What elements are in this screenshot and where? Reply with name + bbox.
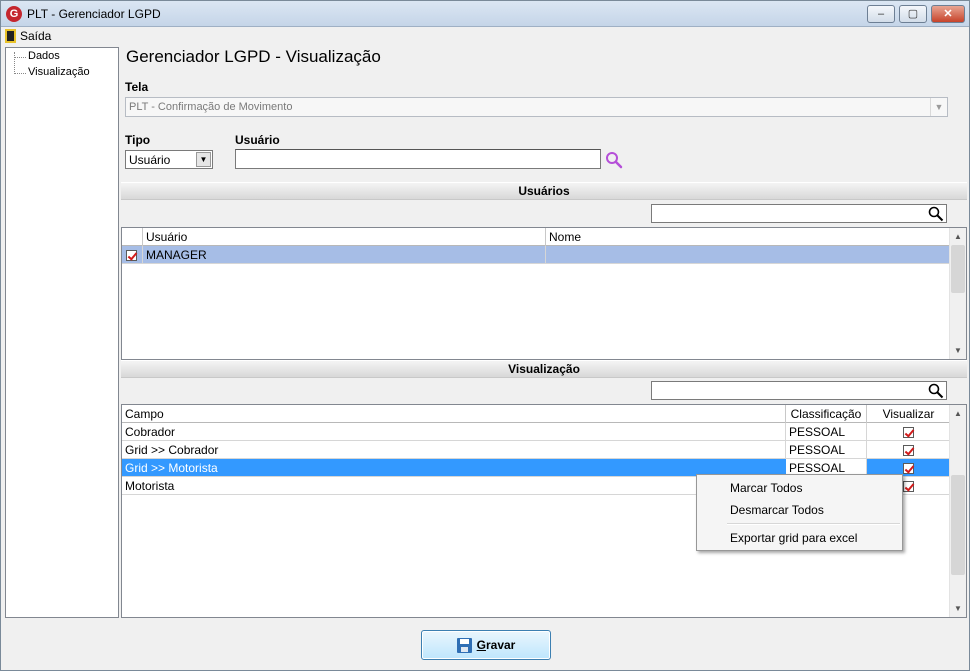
floppy-disk-icon <box>456 637 472 653</box>
table-row[interactable]: MANAGER <box>122 246 950 264</box>
scroll-down-icon[interactable]: ▼ <box>950 600 966 617</box>
cell-campo: Motorista <box>122 477 786 495</box>
context-menu-item-exportar-excel[interactable]: Exportar grid para excel <box>699 528 900 548</box>
table-row[interactable]: Grid >> Cobrador PESSOAL <box>122 441 950 459</box>
column-header-campo[interactable]: Campo <box>122 405 786 423</box>
minimize-button[interactable]: ‒ <box>867 5 895 23</box>
cell-campo: Cobrador <box>122 423 786 441</box>
app-logo-icon: G <box>6 6 22 22</box>
context-menu-item-marcar-todos[interactable]: Marcar Todos <box>699 478 900 498</box>
scroll-up-icon[interactable]: ▲ <box>950 405 966 422</box>
tela-label: Tela <box>125 80 149 94</box>
visualizar-checkbox[interactable] <box>867 441 950 459</box>
context-menu-item-desmarcar-todos[interactable]: Desmarcar Todos <box>699 500 900 520</box>
page-title: Gerenciador LGPD - Visualização <box>126 47 381 66</box>
tree-item-visualizacao[interactable]: Visualização <box>12 66 90 78</box>
check-icon <box>903 481 914 493</box>
check-icon <box>903 427 914 439</box>
search-icon[interactable] <box>928 206 944 222</box>
check-icon <box>126 250 137 262</box>
table-row[interactable]: Cobrador PESSOAL <box>122 423 950 441</box>
chevron-down-icon: ▼ <box>196 152 211 167</box>
cell-usuario: MANAGER <box>143 246 546 264</box>
usuario-input[interactable] <box>235 149 601 169</box>
exit-door-icon <box>5 29 16 43</box>
save-button-label-rest: ravar <box>485 638 516 652</box>
context-menu-separator <box>727 523 900 525</box>
usuario-label: Usuário <box>235 133 280 147</box>
users-grid: Usuário Nome MANAGER ▲ ▼ <box>121 227 967 360</box>
scroll-thumb[interactable] <box>951 475 965 575</box>
main-window: G PLT - Gerenciador LGPD ‒ ▢ ✕ Saída Dad… <box>0 0 970 671</box>
save-button[interactable]: Gravar <box>421 630 551 660</box>
window-title: PLT - Gerenciador LGPD <box>27 7 161 21</box>
visualizacao-filter-input[interactable] <box>651 381 947 400</box>
search-icon[interactable] <box>928 383 944 399</box>
scroll-up-icon[interactable]: ▲ <box>950 228 966 245</box>
cell-campo: Grid >> Cobrador <box>122 441 786 459</box>
navigation-tree: Dados Visualização <box>5 47 119 618</box>
scroll-down-icon[interactable]: ▼ <box>950 342 966 359</box>
tipo-label: Tipo <box>125 133 151 147</box>
tipo-select[interactable]: Usuário ▼ <box>125 150 213 169</box>
save-button-mnemonic: G <box>476 638 486 652</box>
tela-select[interactable]: PLT - Confirmação de Movimento ▼ <box>125 97 948 117</box>
scroll-thumb[interactable] <box>951 245 965 293</box>
menu-exit[interactable]: Saída <box>5 28 51 44</box>
chevron-down-icon: ▼ <box>930 98 947 116</box>
cell-classificacao: PESSOAL <box>786 441 867 459</box>
menu-exit-label: Saída <box>20 29 52 43</box>
cell-classificacao: PESSOAL <box>786 423 867 441</box>
title-bar: G PLT - Gerenciador LGPD ‒ ▢ ✕ <box>1 1 969 27</box>
visualizacao-grid-header: Campo Classificação Visualizar <box>122 405 950 423</box>
visualizacao-grid-scrollbar[interactable]: ▲ ▼ <box>949 405 966 617</box>
tipo-select-value: Usuário <box>129 153 171 167</box>
users-filter-input[interactable] <box>651 204 947 223</box>
tela-select-value: PLT - Confirmação de Movimento <box>129 101 293 113</box>
row-checkbox[interactable] <box>122 246 143 264</box>
check-icon <box>903 463 914 475</box>
users-section-header: Usuários <box>121 182 967 200</box>
save-button-label: Gravar <box>477 638 516 652</box>
context-menu: Marcar Todos Desmarcar Todos Exportar gr… <box>696 474 903 551</box>
visualizar-checkbox[interactable] <box>867 423 950 441</box>
users-grid-scrollbar[interactable]: ▲ ▼ <box>949 228 966 359</box>
close-button[interactable]: ✕ <box>931 5 965 23</box>
maximize-button[interactable]: ▢ <box>899 5 927 23</box>
users-grid-header: Usuário Nome <box>122 228 950 246</box>
tree-item-dados[interactable]: Dados <box>12 50 60 62</box>
visualizacao-section-header: Visualização <box>121 360 967 378</box>
column-header-nome[interactable]: Nome <box>546 228 950 246</box>
cell-campo: Grid >> Motorista <box>122 459 786 477</box>
menu-bar: Saída <box>1 27 969 45</box>
search-icon[interactable] <box>605 151 623 169</box>
cell-nome <box>546 246 950 264</box>
column-header-visualizar[interactable]: Visualizar <box>867 405 950 423</box>
column-header-classificacao[interactable]: Classificação <box>786 405 867 423</box>
check-icon <box>903 445 914 457</box>
column-header-usuario[interactable]: Usuário <box>143 228 546 246</box>
checkbox-column-header <box>122 228 143 246</box>
